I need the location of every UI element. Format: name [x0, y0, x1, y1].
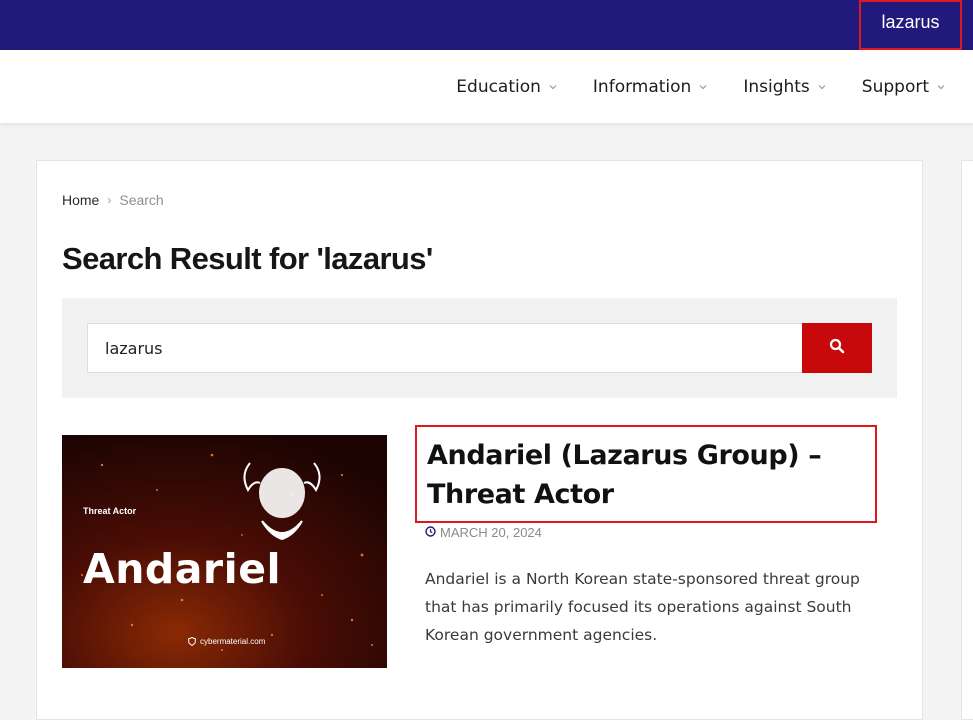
- result-excerpt: Andariel is a North Korean state-sponsor…: [425, 570, 860, 644]
- nav-item-insights[interactable]: Insights: [743, 76, 826, 97]
- chevron-down-icon: [937, 83, 945, 91]
- chevron-down-icon: [818, 83, 826, 91]
- result-date-text: MARCH 20, 2024: [440, 525, 542, 540]
- chevron-down-icon: [549, 83, 557, 91]
- nav-item-information[interactable]: Information: [593, 77, 707, 97]
- shield-icon: [188, 637, 196, 646]
- main-navigation: Education Information Insights Support: [0, 50, 973, 123]
- breadcrumb-separator: ›: [107, 193, 112, 207]
- thumbnail-brand: cybermaterial.com: [188, 637, 265, 646]
- result-title-highlight: Andariel (Lazarus Group) – Threat Actor: [415, 425, 877, 523]
- thumbnail-label: Threat Actor: [83, 506, 137, 516]
- thumbnail-title: Andariel: [83, 545, 282, 593]
- search-input[interactable]: lazarus: [87, 323, 803, 373]
- nav-item-label: Insights: [743, 76, 810, 97]
- clock-icon: [425, 525, 436, 540]
- breadcrumb: Home › Search: [62, 192, 164, 208]
- nav-item-education[interactable]: Education: [456, 77, 557, 97]
- chevron-down-icon: [699, 83, 707, 91]
- search-icon: [829, 338, 845, 359]
- nav-item-label: Support: [861, 76, 929, 97]
- result-title-link[interactable]: Andariel (Lazarus Group) – Threat Actor: [427, 436, 872, 514]
- result-date: MARCH 20, 2024: [425, 525, 542, 540]
- nav-menu: Education Information Insights Support: [456, 50, 945, 123]
- page-title: Search Result for 'lazarus': [62, 241, 433, 276]
- breadcrumb-home-link[interactable]: Home: [62, 192, 99, 208]
- sidebar-edge: [961, 160, 973, 720]
- top-search-term[interactable]: lazarus: [859, 0, 962, 50]
- breadcrumb-current: Search: [119, 192, 164, 208]
- brand-text: cybermaterial.com: [200, 637, 266, 646]
- nav-item-label: Information: [592, 76, 692, 97]
- nav-item-support[interactable]: Support: [862, 77, 945, 97]
- top-bar: lazarus: [0, 0, 973, 50]
- nav-item-label: Education: [456, 76, 541, 97]
- search-form: lazarus: [62, 298, 897, 398]
- search-button[interactable]: [802, 323, 872, 373]
- search-results-card: Home › Search Search Result for 'lazarus…: [36, 160, 923, 720]
- result-thumbnail[interactable]: Threat Actor Andariel cybermaterial.com: [62, 435, 387, 668]
